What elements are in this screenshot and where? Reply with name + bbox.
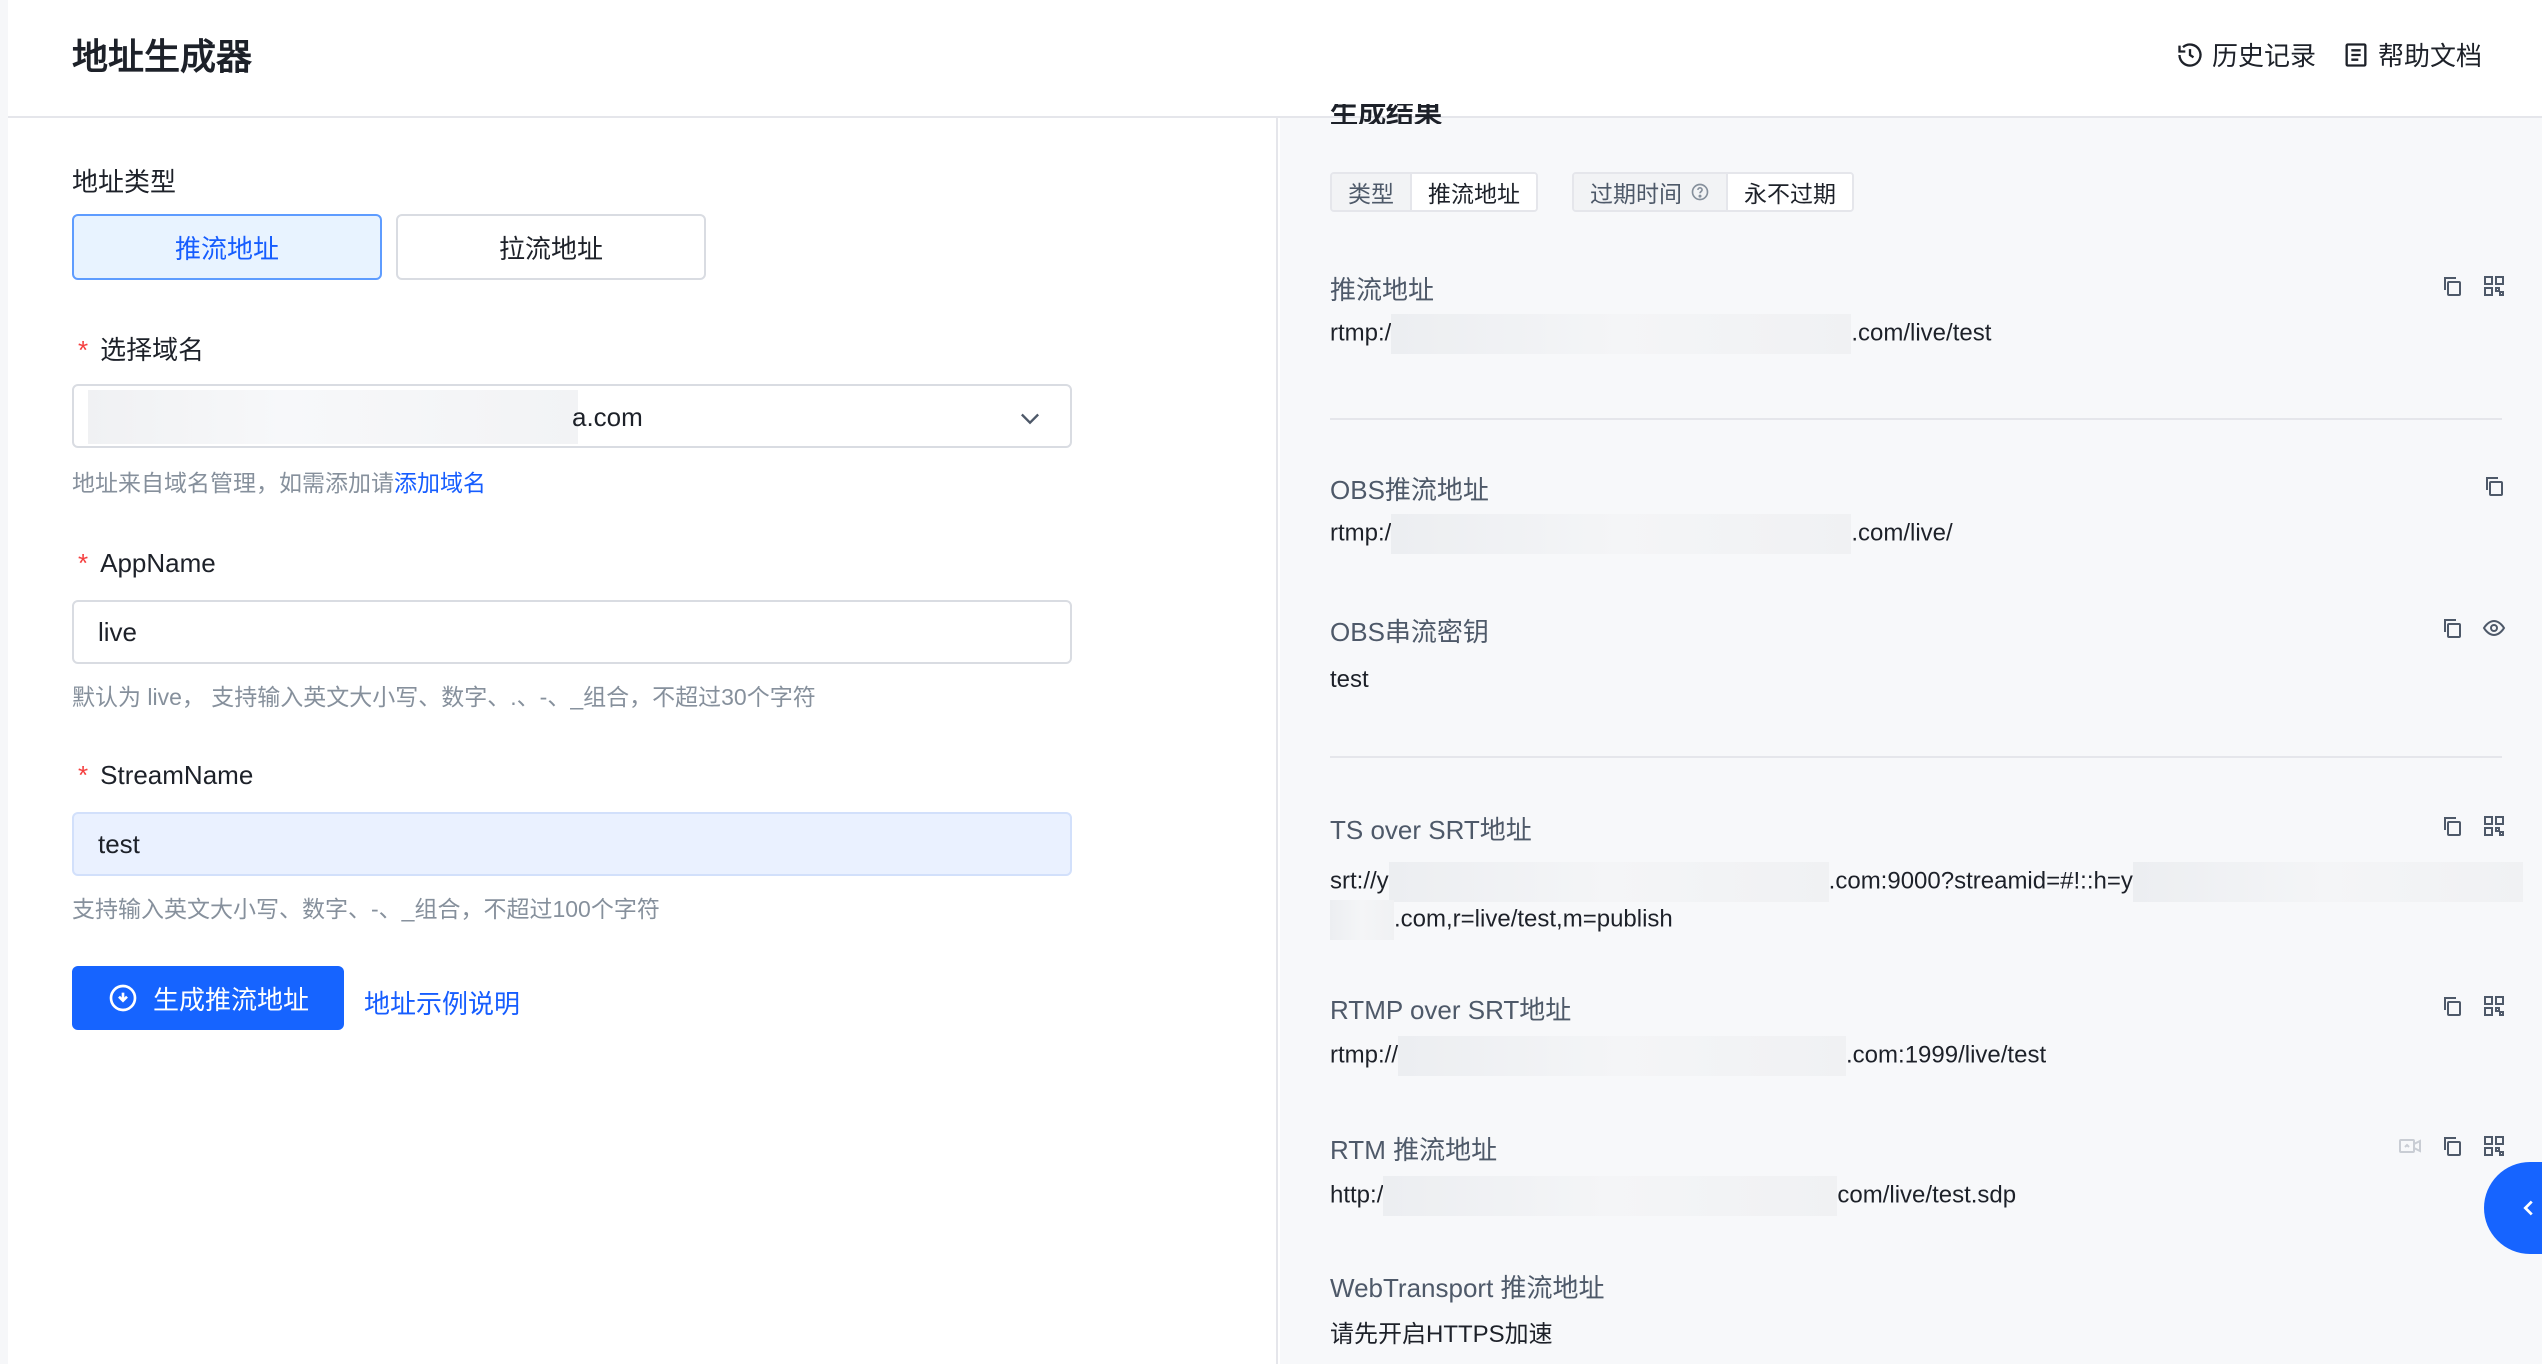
type-tag-value: 推流地址: [1410, 174, 1536, 210]
streamname-input[interactable]: [98, 828, 1070, 860]
appname-hint: 默认为 live， 支持输入英文大小写、数字、.、-、_组合，不超过30个字符: [72, 684, 816, 710]
rtm-label: RTM 推流地址: [1330, 1135, 1498, 1165]
masked-host: [2132, 862, 2523, 902]
history-button[interactable]: 历史记录: [2176, 36, 2316, 73]
document-icon: [2345, 42, 2367, 67]
domain-label: * 选择域名: [78, 335, 205, 365]
qrcode-icon[interactable]: [2482, 1134, 2506, 1158]
history-label: 历史记录: [2211, 41, 2316, 71]
streamname-input-wrapper: [72, 812, 1072, 876]
copy-icon[interactable]: [2440, 814, 2464, 838]
add-domain-link[interactable]: 添加域名: [394, 470, 486, 496]
chevron-left-icon: [2523, 1200, 2533, 1216]
masked-host: [1398, 1036, 1847, 1076]
rtm-actions: [2398, 1134, 2506, 1158]
webtransport-label: WebTransport 推流地址: [1330, 1273, 1605, 1303]
help-label: 帮助文档: [2377, 41, 2482, 71]
push-address-label: 推流地址: [1330, 275, 1435, 305]
copy-icon[interactable]: [2440, 994, 2464, 1018]
obs-key-label: OBS串流密钥: [1330, 617, 1489, 647]
copy-icon[interactable]: [2440, 274, 2464, 298]
domain-value: a.com: [572, 402, 643, 432]
result-title: 生成结果: [1330, 104, 1443, 124]
header: 地址生成器 历史记录 帮助文档: [8, 0, 2542, 118]
form-panel: 地址类型 推流地址 拉流地址 * 选择域名 a.com 地址来自域名管理，如需添加…: [8, 118, 1278, 1364]
copy-icon[interactable]: [2440, 616, 2464, 640]
obs-push-actions: [2482, 474, 2506, 498]
push-address-value: rtmp:/.com/live/test: [1330, 314, 1991, 354]
type-option-pull[interactable]: 拉流地址: [396, 214, 706, 280]
divider: [1330, 756, 2502, 758]
qrcode-icon[interactable]: [2482, 274, 2506, 298]
help-docs-button[interactable]: 帮助文档: [2342, 36, 2482, 73]
result-panel: 生成结果 类型 推流地址 过期时间 永不过期 推流地址 rtmp:/.com/l…: [1280, 104, 2542, 1364]
masked-host: [1383, 1176, 1838, 1216]
obs-key-actions: [2440, 616, 2506, 640]
history-icon: [2178, 42, 2202, 67]
obs-push-label: OBS推流地址: [1330, 475, 1489, 505]
rtmp-srt-actions: [2440, 994, 2506, 1018]
page-title: 地址生成器: [72, 36, 253, 77]
generate-button-label: 生成推流地址: [152, 984, 309, 1015]
rtmp-srt-value: rtmp://.com:1999/live/test: [1330, 1036, 2046, 1076]
domain-select[interactable]: a.com: [72, 384, 1072, 448]
masked-host: [1330, 900, 1394, 940]
expire-tag-value: 永不过期: [1726, 174, 1852, 210]
obs-push-value: rtmp:/.com/live/: [1330, 514, 1953, 554]
address-generator-page: 地址生成器 历史记录 帮助文档 地址类型 推流地址 拉流地址 * 选择域名 a.c…: [8, 0, 2542, 1364]
type-tag: 类型 推流地址: [1330, 172, 1538, 212]
copy-icon[interactable]: [2440, 1134, 2464, 1158]
appname-input-wrapper: [72, 600, 1072, 664]
appname-label: * AppName: [78, 548, 216, 578]
masked-host: [1388, 862, 1829, 902]
masked-host: [1391, 314, 1852, 354]
generate-button[interactable]: 生成推流地址: [72, 966, 344, 1030]
obs-key-value: test: [1330, 666, 1369, 693]
qrcode-icon[interactable]: [2482, 994, 2506, 1018]
type-tag-key: 类型: [1332, 174, 1410, 210]
chevron-down-icon: [1021, 413, 1039, 425]
qrcode-icon[interactable]: [2482, 814, 2506, 838]
refresh-icon: [109, 984, 137, 1012]
expire-tag: 过期时间 永不过期: [1572, 172, 1854, 212]
eye-icon[interactable]: [2482, 616, 2506, 640]
masked-host: [1391, 514, 1852, 554]
video-player-icon[interactable]: [2398, 1134, 2422, 1158]
rtmp-srt-label: RTMP over SRT地址: [1330, 995, 1572, 1025]
streamname-hint: 支持输入英文大小写、数字、-、_组合，不超过100个字符: [72, 896, 660, 922]
streamname-label: * StreamName: [78, 760, 254, 790]
divider: [1330, 418, 2502, 420]
ts-srt-value-line2: .com,r=live/test,m=publish: [1330, 900, 1673, 940]
webtransport-value: 请先开启HTTPS加速: [1330, 1321, 1553, 1348]
domain-masked-area: [88, 390, 578, 444]
ts-srt-actions: [2440, 814, 2506, 838]
copy-icon[interactable]: [2482, 474, 2506, 498]
help-circle-icon[interactable]: [1690, 182, 1710, 202]
ts-srt-value-line1: srt://y .com:9000?streamid=#!::h=y: [1330, 862, 2523, 902]
rtm-value: http:/com/live/test.sdp: [1330, 1176, 2016, 1216]
expire-tag-key: 过期时间: [1574, 174, 1726, 210]
appname-input[interactable]: [98, 616, 1070, 648]
push-address-actions: [2440, 274, 2506, 298]
ts-srt-label: TS over SRT地址: [1330, 815, 1532, 845]
example-link[interactable]: 地址示例说明: [364, 984, 520, 1021]
address-type-label: 地址类型: [72, 167, 177, 197]
domain-hint: 地址来自域名管理，如需添加请添加域名: [72, 470, 486, 496]
header-actions: 历史记录 帮助文档: [2176, 36, 2482, 73]
type-option-push[interactable]: 推流地址: [72, 214, 382, 280]
